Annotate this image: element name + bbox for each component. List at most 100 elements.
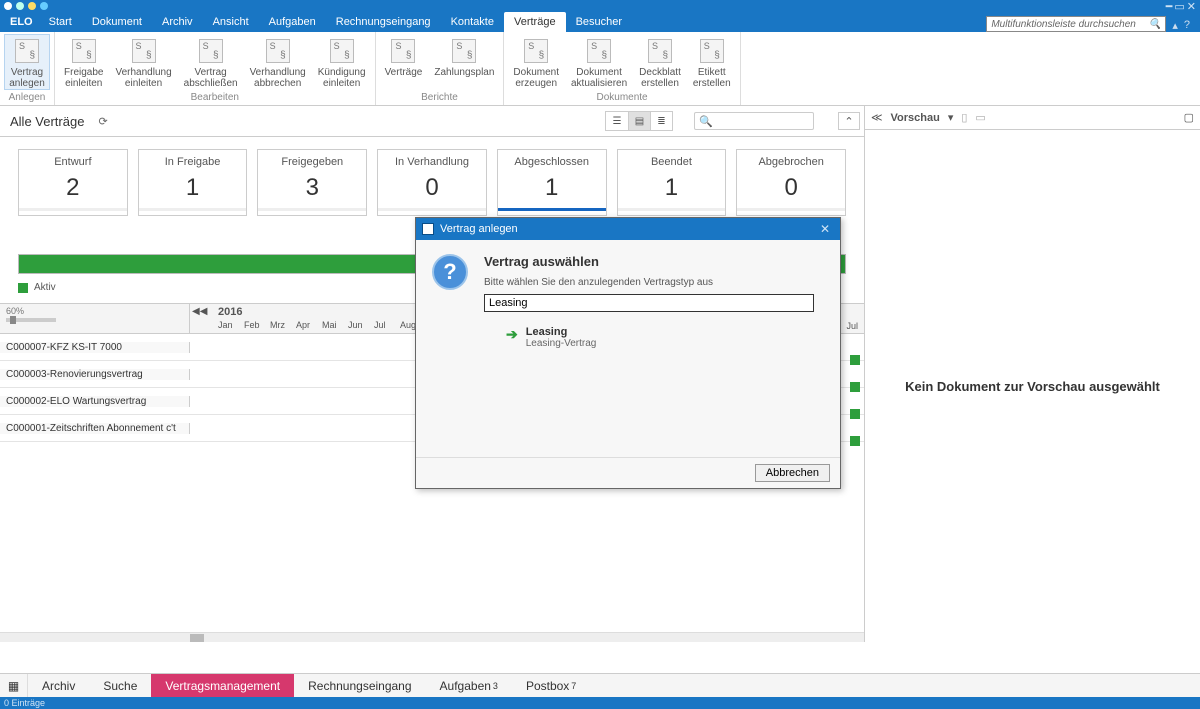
gantt-nav-prev-icon[interactable]: ◀◀: [192, 306, 207, 317]
ribbon-btn-deckblatt-erstellen[interactable]: Deckblatterstellen: [634, 34, 686, 90]
chevron-left-icon[interactable]: ≪: [871, 111, 883, 124]
tile-beendet[interactable]: Beendet1: [617, 149, 727, 216]
result-subtitle: Leasing-Vertrag: [526, 338, 597, 349]
tile-label: Abgebrochen: [737, 156, 845, 168]
menu-tab-kontakte[interactable]: Kontakte: [441, 12, 504, 32]
tile-value: 3: [258, 174, 366, 202]
maximize-icon[interactable]: ▭: [1174, 0, 1184, 13]
collapse-panel-icon[interactable]: ⌃: [838, 112, 860, 130]
dialog-footer: Abbrechen: [416, 457, 840, 488]
tile-abgeschlossen[interactable]: Abgeschlossen1: [497, 149, 607, 216]
ribbon-btn-zahlungsplan[interactable]: Zahlungsplan: [429, 34, 499, 90]
nav-forward-icon[interactable]: [16, 2, 24, 10]
document-icon: [700, 39, 724, 63]
status-text: 0 Einträge: [4, 698, 45, 708]
bottom-tab-archiv[interactable]: Archiv: [28, 674, 89, 697]
chevron-down-icon[interactable]: ▾: [948, 111, 954, 124]
tile-bar: [19, 208, 127, 211]
statusbar: 0 Einträge: [0, 697, 1200, 709]
dialog-titlebar[interactable]: Vertrag anlegen ✕: [416, 218, 840, 240]
tile-label: In Freigabe: [139, 156, 247, 168]
document-icon: [72, 39, 96, 63]
bottom-tab-suche[interactable]: Suche: [89, 674, 151, 697]
app-grid-icon[interactable]: ▦: [0, 674, 28, 697]
ribbon-btn-label: Etikett: [698, 67, 726, 78]
nav-back-icon[interactable]: [4, 2, 12, 10]
tile-bar: [258, 208, 366, 211]
ribbon-search-input[interactable]: Multifunktionsleiste durchsuchen 🔍: [986, 16, 1166, 32]
tile-abgebrochen[interactable]: Abgebrochen0: [736, 149, 846, 216]
menu-tab-archiv[interactable]: Archiv: [152, 12, 203, 32]
close-icon[interactable]: ✕: [1187, 0, 1196, 13]
bottom-tab-postbox[interactable]: Postbox7: [512, 674, 590, 697]
bottom-tab-aufgaben[interactable]: Aufgaben3: [426, 674, 512, 697]
gantt-bar: [850, 409, 860, 419]
menubar: ELO Start Dokument Archiv Ansicht Aufgab…: [0, 12, 1200, 32]
ribbon-btn-kuendigung-einleiten[interactable]: Kündigungeinleiten: [313, 34, 371, 90]
document-icon: [199, 39, 223, 63]
close-icon[interactable]: ✕: [816, 222, 834, 236]
preview-title: Vorschau: [891, 112, 940, 124]
menu-tab-rechnungseingang[interactable]: Rechnungseingang: [326, 12, 441, 32]
tile-in-freigabe[interactable]: In Freigabe1: [138, 149, 248, 216]
ribbon-btn-dokument-erzeugen[interactable]: Dokumenterzeugen: [508, 34, 564, 90]
menu-tab-ansicht[interactable]: Ansicht: [203, 12, 259, 32]
document-icon: [15, 39, 39, 63]
minimize-icon[interactable]: ━: [1166, 0, 1173, 13]
ribbon-btn-vertrag-anlegen[interactable]: Vertrag anlegen: [4, 34, 50, 90]
ribbon-btn-vertraege-bericht[interactable]: Verträge: [380, 34, 428, 90]
menu-tab-aufgaben[interactable]: Aufgaben: [259, 12, 326, 32]
tile-freigegeben[interactable]: Freigegeben3: [257, 149, 367, 216]
gantt-bar: [850, 436, 860, 446]
cancel-button[interactable]: Abbrechen: [755, 464, 830, 482]
tile-label: Beendet: [618, 156, 726, 168]
scrollbar-thumb[interactable]: [190, 634, 204, 642]
gantt-month: Mrz: [270, 320, 296, 330]
page-title: Alle Verträge: [10, 114, 84, 129]
search-result[interactable]: ➔ Leasing Leasing-Vertrag: [506, 326, 824, 349]
ribbon-btn-verhandlung-abbrechen[interactable]: Verhandlungabbrechen: [245, 34, 311, 90]
refresh-icon[interactable]: ⟳: [98, 115, 107, 128]
ribbon-btn-label: Deckblatt: [639, 67, 681, 78]
bottom-tab-label: Aufgaben: [440, 679, 491, 693]
preview-panel: ≪ Vorschau ▾ ▯ ▭ ▢ Kein Dokument zur Vor…: [865, 106, 1200, 642]
horizontal-scrollbar[interactable]: [0, 632, 864, 642]
tile-label: In Verhandlung: [378, 156, 486, 168]
menu-tab-dokument[interactable]: Dokument: [82, 12, 152, 32]
image-icon[interactable]: ▭: [975, 111, 985, 124]
collapse-ribbon-icon[interactable]: ▴: [1172, 19, 1178, 32]
menu-tab-vertraege[interactable]: Verträge: [504, 12, 566, 32]
maximize-icon[interactable]: ▢: [1184, 111, 1194, 124]
content-header: Alle Verträge ⟳ ☰ ▤ ≣ 🔍 ⌃: [0, 106, 864, 137]
gantt-bar: [850, 355, 860, 365]
view-compact-icon[interactable]: ≣: [650, 112, 672, 130]
document-icon: [391, 39, 415, 63]
view-list-icon[interactable]: ☰: [606, 112, 628, 130]
ribbon-btn-dokument-aktualisieren[interactable]: Dokumentaktualisieren: [566, 34, 632, 90]
content-search-input[interactable]: 🔍: [694, 112, 814, 130]
tile-entwurf[interactable]: Entwurf2: [18, 149, 128, 216]
ribbon-btn-verhandlung-einleiten[interactable]: Verhandlungeinleiten: [110, 34, 176, 90]
zoom-slider[interactable]: [6, 318, 56, 322]
bottom-tab-vertragsmanagement[interactable]: Vertragsmanagement: [151, 674, 294, 697]
help-icon[interactable]: ?: [1184, 19, 1190, 32]
page-icon[interactable]: ▯: [961, 111, 967, 124]
ribbon-btn-label: Zahlungsplan: [434, 67, 494, 78]
ribbon-btn-etikett-erstellen[interactable]: Etiketterstellen: [688, 34, 736, 90]
gantt-row-label: C000002-ELO Wartungsvertrag: [0, 396, 190, 407]
view-tiles-icon[interactable]: ▤: [628, 112, 650, 130]
bottom-tab-rechnungseingang[interactable]: Rechnungseingang: [294, 674, 425, 697]
gantt-row-label: C000007-KFZ KS-IT 7000: [0, 342, 190, 353]
question-icon: ?: [432, 254, 468, 290]
search-icon: 🔍: [1149, 19, 1161, 30]
ribbon-btn-vertrag-abschliessen[interactable]: Vertragabschließen: [179, 34, 243, 90]
menu-tab-start[interactable]: Start: [39, 12, 82, 32]
tile-in-verhandlung[interactable]: In Verhandlung0: [377, 149, 487, 216]
result-title: Leasing: [526, 326, 597, 338]
contract-type-input[interactable]: [484, 294, 814, 312]
ribbon-btn-label: Dokument: [513, 67, 559, 78]
ribbon-btn-freigabe-einleiten[interactable]: Freigabeeinleiten: [59, 34, 108, 90]
bottom-tab-label: Archiv: [42, 679, 75, 693]
arrow-right-icon: ➔: [506, 326, 518, 343]
menu-tab-besucher[interactable]: Besucher: [566, 12, 632, 32]
